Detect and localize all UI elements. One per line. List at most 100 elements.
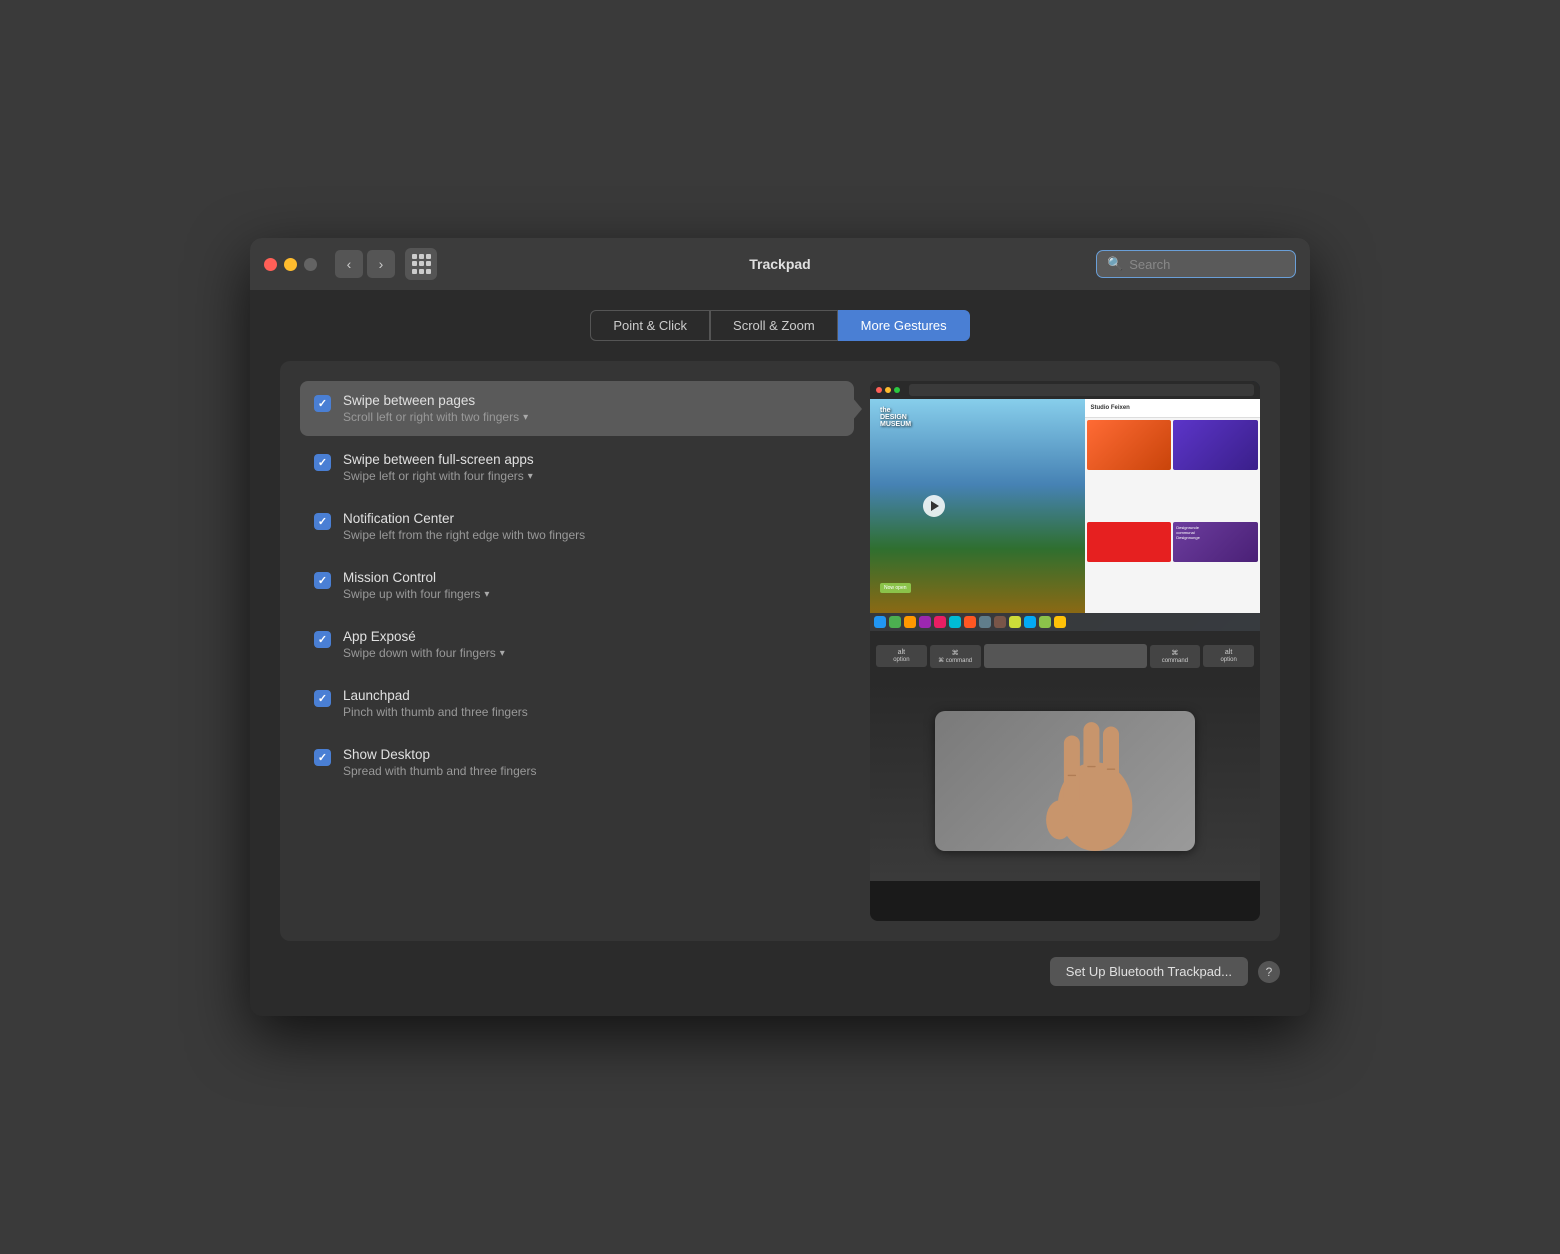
screen-dot-yellow — [885, 387, 891, 393]
gesture-title-notification-center: Notification Center — [343, 511, 840, 526]
gesture-text-notification-center: Notification Center Swipe left from the … — [343, 511, 840, 542]
dock-icon-3 — [904, 616, 916, 628]
gesture-item-notification-center[interactable]: ✓ Notification Center Swipe left from th… — [300, 499, 854, 554]
gesture-subtitle-app-expose: Swipe down with four fingers ▾ — [343, 646, 840, 660]
gesture-item-swipe-pages[interactable]: ✓ Swipe between pages Scroll left or rig… — [300, 381, 854, 436]
checkbox-app-expose[interactable]: ✓ — [314, 631, 331, 648]
close-button[interactable] — [264, 258, 277, 271]
gesture-subtitle-launchpad: Pinch with thumb and three fingers — [343, 705, 840, 719]
checkbox-notification-center[interactable]: ✓ — [314, 513, 331, 530]
gesture-item-launchpad[interactable]: ✓ Launchpad Pinch with thumb and three f… — [300, 676, 854, 731]
gesture-subtitle-swipe-fullscreen: Swipe left or right with four fingers ▾ — [343, 469, 840, 483]
window-title: Trackpad — [749, 256, 810, 272]
command-key-right: ⌘command — [1150, 645, 1201, 668]
search-box[interactable]: 🔍 — [1096, 250, 1296, 278]
gesture-item-app-expose[interactable]: ✓ App Exposé Swipe down with four finger… — [300, 617, 854, 672]
gesture-item-show-desktop[interactable]: ✓ Show Desktop Spread with thumb and thr… — [300, 735, 854, 790]
gesture-subtitle-notification-center: Swipe left from the right edge with two … — [343, 528, 840, 542]
gesture-title-swipe-fullscreen: Swipe between full-screen apps — [343, 452, 840, 467]
checkmark-icon: ✓ — [318, 456, 327, 469]
checkbox-mission-control[interactable]: ✓ — [314, 572, 331, 589]
screen-dock — [870, 613, 1260, 631]
checkmark-icon: ✓ — [318, 692, 327, 705]
gesture-title-swipe-pages: Swipe between pages — [343, 393, 840, 408]
screen-simulation: theDESIGNMUSEUM Now open Studio Feixen — [870, 381, 1260, 631]
checkmark-icon: ✓ — [318, 633, 327, 646]
chevron-down-icon: ▾ — [523, 412, 528, 423]
gesture-item-swipe-fullscreen[interactable]: ✓ Swipe between full-screen apps Swipe l… — [300, 440, 854, 495]
main-area: ✓ Swipe between pages Scroll left or rig… — [280, 361, 1280, 941]
grid-dot — [419, 254, 424, 259]
gesture-text-app-expose: App Exposé Swipe down with four fingers … — [343, 629, 840, 660]
grid-dot — [419, 261, 424, 266]
system-preferences-window: ‹ › Trackpad 🔍 Point & Click Scroll & Zo… — [250, 238, 1310, 1016]
gesture-list: ✓ Swipe between pages Scroll left or rig… — [300, 381, 854, 921]
checkmark-icon: ✓ — [318, 397, 327, 410]
gesture-title-mission-control: Mission Control — [343, 570, 840, 585]
grid-cell-4: DesignrundecommunalDesignnunge — [1173, 522, 1258, 562]
grid-view-button[interactable] — [405, 248, 437, 280]
chevron-down-icon: ▾ — [484, 589, 489, 600]
search-input[interactable] — [1129, 257, 1285, 272]
space-key — [984, 644, 1147, 668]
screen-dot-green — [894, 387, 900, 393]
grid-cell-2 — [1173, 420, 1258, 470]
screen-right-panel: Studio Feixen DesignrundecommunalDesignn… — [1085, 399, 1261, 613]
design-museum-text: theDESIGNMUSEUM — [880, 407, 911, 428]
checkbox-swipe-pages[interactable]: ✓ — [314, 395, 331, 412]
grid-dot — [426, 261, 431, 266]
checkbox-show-desktop[interactable]: ✓ — [314, 749, 331, 766]
dock-icon-12 — [1039, 616, 1051, 628]
help-button[interactable]: ? — [1258, 961, 1280, 983]
screen-left-browser: theDESIGNMUSEUM Now open — [870, 399, 1085, 613]
gesture-subtitle-mission-control: Swipe up with four fingers ▾ — [343, 587, 840, 601]
dock-icon-13 — [1054, 616, 1066, 628]
dock-icon-11 — [1024, 616, 1036, 628]
grid-cell-3 — [1087, 522, 1172, 562]
preview-hand-area — [870, 681, 1260, 881]
preview-area: theDESIGNMUSEUM Now open Studio Feixen — [870, 381, 1260, 921]
search-icon: 🔍 — [1107, 256, 1123, 272]
grid-dot — [419, 269, 424, 274]
tab-scroll-zoom[interactable]: Scroll & Zoom — [710, 310, 838, 341]
nav-buttons: ‹ › — [335, 250, 395, 278]
gesture-text-mission-control: Mission Control Swipe up with four finge… — [343, 570, 840, 601]
minimize-button[interactable] — [284, 258, 297, 271]
screen-dot-red — [876, 387, 882, 393]
trackpad-surface — [935, 711, 1195, 851]
tab-bar: Point & Click Scroll & Zoom More Gesture… — [280, 310, 1280, 341]
tab-more-gestures[interactable]: More Gestures — [838, 310, 970, 341]
titlebar: ‹ › Trackpad 🔍 — [250, 238, 1310, 290]
checkbox-launchpad[interactable]: ✓ — [314, 690, 331, 707]
gesture-text-launchpad: Launchpad Pinch with thumb and three fin… — [343, 688, 840, 719]
gesture-title-show-desktop: Show Desktop — [343, 747, 840, 762]
chevron-down-icon: ▾ — [528, 471, 533, 482]
forward-button[interactable]: › — [367, 250, 395, 278]
zoom-button[interactable] — [304, 258, 317, 271]
selected-arrow — [852, 397, 862, 421]
checkmark-icon: ✓ — [318, 751, 327, 764]
dock-icon-10 — [1009, 616, 1021, 628]
grid-dot — [412, 261, 417, 266]
dock-icon-9 — [994, 616, 1006, 628]
gesture-text-show-desktop: Show Desktop Spread with thumb and three… — [343, 747, 840, 778]
dock-icon-1 — [874, 616, 886, 628]
checkmark-icon: ✓ — [318, 515, 327, 528]
bottom-bar: Set Up Bluetooth Trackpad... ? — [280, 941, 1280, 986]
grid-dot — [412, 254, 417, 259]
chevron-down-icon: ▾ — [500, 648, 505, 659]
now-open-badge: Now open — [880, 583, 911, 593]
dock-icon-8 — [979, 616, 991, 628]
checkmark-icon: ✓ — [318, 574, 327, 587]
grid-cell-1 — [1087, 420, 1172, 470]
checkbox-swipe-fullscreen[interactable]: ✓ — [314, 454, 331, 471]
gesture-title-app-expose: App Exposé — [343, 629, 840, 644]
tab-point-click[interactable]: Point & Click — [590, 310, 710, 341]
dock-icon-4 — [919, 616, 931, 628]
dock-icon-2 — [889, 616, 901, 628]
command-key-left: ⌘⌘ command — [930, 645, 981, 668]
setup-bluetooth-button[interactable]: Set Up Bluetooth Trackpad... — [1050, 957, 1248, 986]
gesture-item-mission-control[interactable]: ✓ Mission Control Swipe up with four fin… — [300, 558, 854, 613]
back-button[interactable]: ‹ — [335, 250, 363, 278]
alt-key-right: altoption — [1203, 645, 1254, 667]
